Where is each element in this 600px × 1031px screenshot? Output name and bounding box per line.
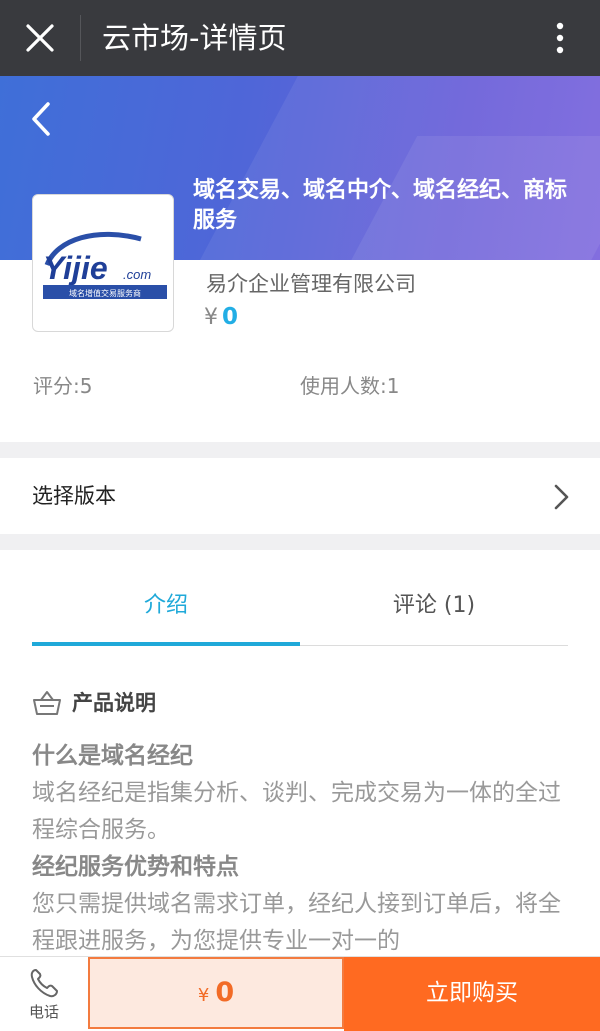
article-paragraph: 域名经纪是指集分析、谈判、完成交易为一体的全过程综合服务。	[32, 780, 561, 843]
yijie-logo: Yijie .com 域名增值交易服务商	[43, 231, 167, 299]
bottom-action-bar: 电话 ¥0 立即购买	[0, 956, 600, 1031]
rating-score: 评分:5	[33, 374, 93, 398]
more-icon[interactable]	[545, 18, 575, 58]
article-paragraph: 您只需提供域名需求订单，经纪人接到订单后，将全程跟进服务，为您提供专业一对一的	[32, 891, 561, 954]
section-divider	[0, 442, 600, 458]
bottom-price-value: 0	[215, 977, 235, 1008]
section-divider	[0, 534, 600, 550]
back-icon[interactable]	[26, 98, 56, 140]
chevron-right-icon	[554, 484, 569, 510]
top-bar-divider	[80, 15, 81, 61]
basket-icon	[33, 691, 61, 715]
phone-button[interactable]: 电话	[0, 957, 88, 1031]
company-name: 易介企业管理有限公司	[206, 272, 416, 296]
detail-tabs: 介绍 评论 (1)	[32, 570, 568, 646]
bottom-price: ¥0	[88, 957, 344, 1029]
section-title: 产品说明	[72, 691, 156, 715]
logo-wordmark: Yijie	[43, 250, 108, 286]
tab-intro[interactable]: 介绍	[32, 570, 300, 646]
tab-comments[interactable]: 评论 (1)	[300, 570, 568, 645]
select-version-row[interactable]: 选择版本	[0, 458, 600, 534]
product-price: ¥0	[204, 304, 238, 330]
user-count: 使用人数:1	[300, 374, 400, 398]
logo-domain: .com	[123, 267, 151, 282]
product-logo: Yijie .com 域名增值交易服务商	[32, 194, 174, 332]
page-title: 云市场-详情页	[102, 21, 287, 55]
select-version-label: 选择版本	[32, 484, 116, 508]
phone-icon	[30, 969, 58, 998]
bottom-currency: ¥	[197, 985, 210, 1006]
price-value: 0	[222, 304, 239, 330]
product-description: 什么是域名经纪 域名经纪是指集分析、谈判、完成交易为一体的全过程综合服务。 经纪…	[32, 738, 572, 960]
buy-now-button[interactable]: 立即购买	[344, 957, 600, 1031]
currency-symbol: ¥	[204, 305, 218, 330]
phone-label: 电话	[28, 1003, 59, 1021]
product-stats: 评分:5 使用人数:1	[0, 370, 600, 402]
top-bar: 云市场-详情页	[0, 0, 600, 76]
logo-tagline: 域名增值交易服务商	[69, 288, 141, 298]
article-heading: 经纪服务优势和特点	[32, 854, 239, 880]
close-icon[interactable]	[20, 18, 60, 58]
article-heading: 什么是域名经纪	[32, 743, 193, 769]
product-name: 域名交易、域名中介、域名经纪、商标服务	[193, 178, 568, 233]
